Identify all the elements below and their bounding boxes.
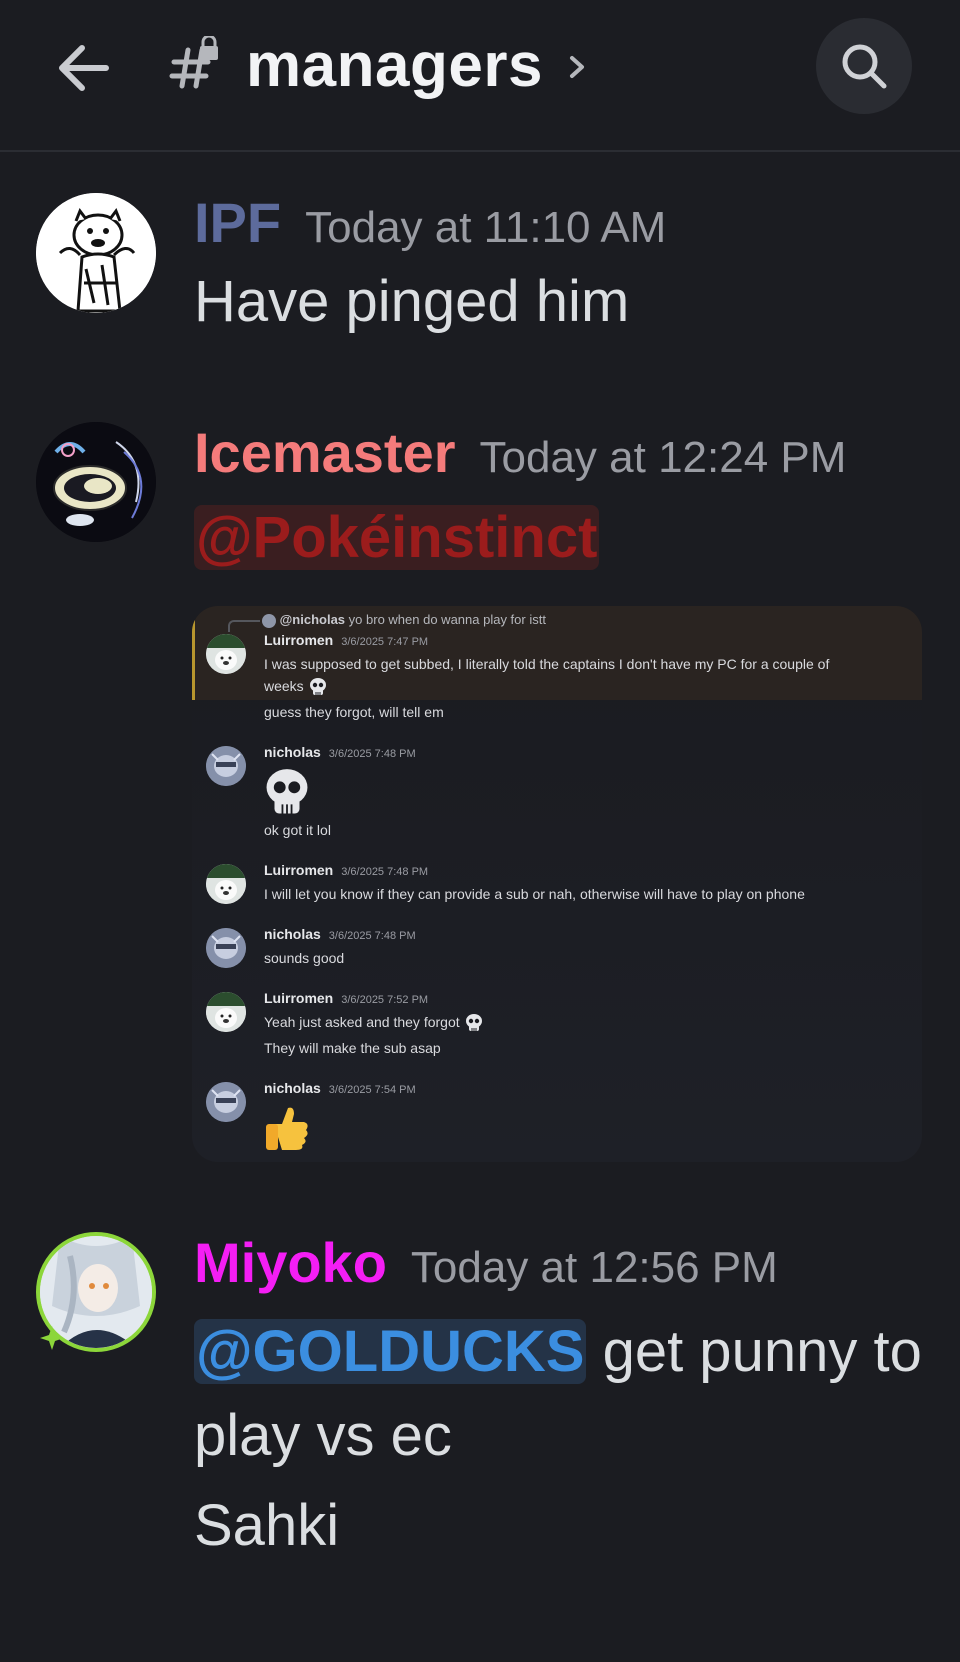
avatar [206,992,246,1032]
embed-author: Luirromen 3/6/2025 7:47 PM [264,632,429,648]
reply-avatar-icon [262,613,276,628]
embed-author: nicholas 3/6/2025 7:48 PM [264,744,416,760]
embed-timestamp: 3/6/2025 7:48 PM [328,748,416,760]
skull-emoji-icon [266,769,308,814]
embed-timestamp: 3/6/2025 7:52 PM [341,994,429,1006]
reply-mention: @nicholas [279,612,346,627]
timestamp: Today at 12:24 PM [479,433,847,482]
message-text: @GOLDUCKS get punny to play vs ec Sahki [194,1310,934,1568]
skull-emoji-icon [465,1014,482,1032]
message-text: Have pinged him [194,269,630,334]
embed-line: Yeah just asked and they forgot [264,1012,484,1033]
author-name[interactable]: Icemaster [194,421,456,484]
embed-line: I was supposed to get subbed, I literall… [264,656,830,672]
embed-line: I will let you know if they can provide … [264,886,805,902]
embed-timestamp: 3/6/2025 7:54 PM [328,1084,416,1096]
author-name[interactable]: IPF [194,191,281,254]
reply-connector [228,620,260,632]
embed-line: They will make the sub asap [264,1040,441,1056]
channel-header: managers [0,0,960,152]
reply-preview: @nicholas yo bro when do wanna play for … [262,612,546,628]
avatar [206,928,246,968]
author-name[interactable]: Miyoko [194,1231,387,1294]
locked-channel-hash-icon [168,34,224,92]
avatar[interactable] [36,422,156,542]
embed-line: ok got it lol [264,822,331,838]
timestamp: Today at 11:10 AM [305,203,667,252]
chevron-right-icon[interactable] [566,52,590,82]
avatar[interactable] [36,193,156,313]
avatar [206,1082,246,1122]
channel-name[interactable]: managers [246,30,543,101]
avatar [206,864,246,904]
embed-line: weeks [264,676,328,697]
search-icon [842,44,887,89]
back-arrow-icon[interactable] [54,36,118,100]
avatar [206,634,246,674]
embed-timestamp: 3/6/2025 7:48 PM [341,866,429,878]
embed-author: Luirromen 3/6/2025 7:52 PM [264,990,429,1006]
attached-image[interactable]: @nicholas yo bro when do wanna play for … [192,606,922,1162]
embed-line: guess they forgot, will tell em [264,704,444,720]
message-line: play vs ec [194,1403,452,1468]
skull-emoji-icon [309,678,326,696]
embed-author: nicholas 3/6/2025 7:54 PM [264,1080,416,1096]
avatar [206,746,246,786]
timestamp: Today at 12:56 PM [410,1243,778,1292]
user-mention[interactable]: @Pokéinstinct [194,505,600,570]
reply-text: yo bro when do wanna play for istt [348,612,546,627]
embed-author: Luirromen 3/6/2025 7:48 PM [264,862,429,878]
search-button[interactable] [816,18,912,114]
message-line: Sahki [194,1493,340,1558]
embed-author: nicholas 3/6/2025 7:48 PM [264,926,416,942]
sparkle-icon [40,1326,64,1350]
embed-timestamp: 3/6/2025 7:47 PM [341,636,429,648]
thumbs-up-emoji-icon [266,1107,308,1150]
embed-timestamp: 3/6/2025 7:48 PM [328,930,416,942]
embed-line: sounds good [264,950,345,966]
message-text: @Pokéinstinct [194,496,600,580]
user-mention[interactable]: @GOLDUCKS [194,1319,587,1384]
